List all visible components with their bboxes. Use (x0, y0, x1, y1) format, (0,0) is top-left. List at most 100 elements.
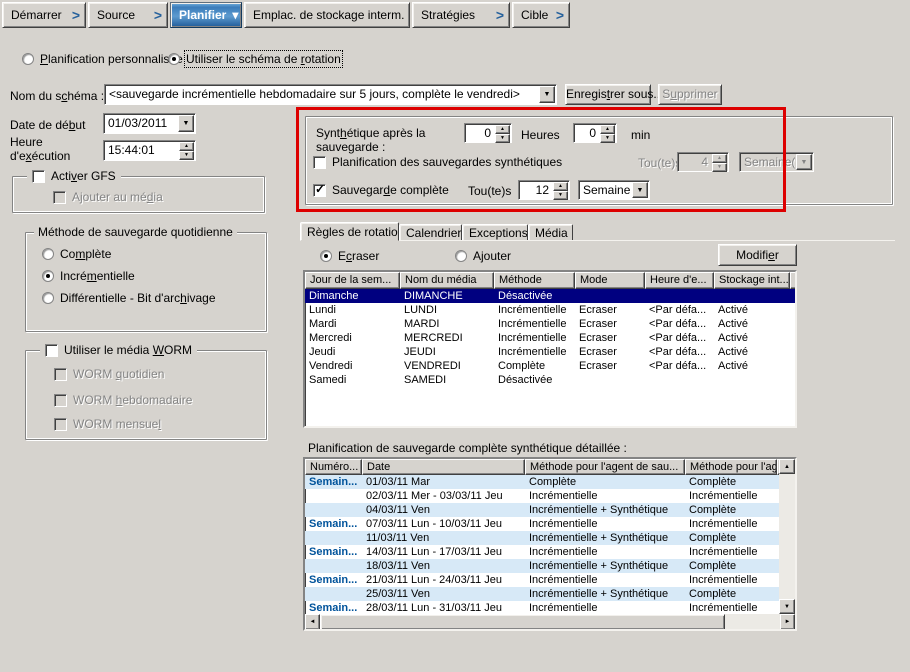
full-every-spinner[interactable]: 12 ▲▼ (518, 180, 570, 200)
table-row[interactable]: JeudiJEUDIIncrémentielleEcraser<Par défa… (305, 345, 795, 359)
table-row[interactable]: MardiMARDIIncrémentielleEcraser<Par défa… (305, 317, 795, 331)
tab-demarrer[interactable]: Démarrer> (2, 2, 86, 28)
tab-source[interactable]: Source> (88, 2, 168, 28)
dropdown-arrow-icon[interactable]: ▼ (632, 182, 648, 198)
vertical-scrollbar[interactable]: ▲ ▼ (779, 459, 795, 614)
radio-icon[interactable] (320, 250, 332, 262)
spin-down-icon[interactable]: ▼ (600, 134, 615, 143)
table-row[interactable]: Semain...07/03/11 Lun - 10/03/11 JeuIncr… (305, 517, 779, 531)
column-header[interactable]: Méthode (494, 272, 575, 289)
tab-exceptions[interactable]: Exceptions (462, 224, 528, 241)
column-header[interactable]: Date (362, 459, 525, 475)
combobox-value[interactable]: <sauvegarde incrémentielle hebdomadaire … (105, 85, 538, 104)
spin-up-icon[interactable]: ▲ (553, 182, 568, 191)
scroll-right-button[interactable]: ► (780, 614, 795, 630)
tab-emplacement-stockage[interactable]: Emplac. de stockage interm.> (244, 2, 410, 28)
spin-up-icon[interactable]: ▲ (495, 125, 510, 134)
hours-value[interactable]: 0 (465, 124, 494, 142)
column-header[interactable]: Jour de la sem... (305, 272, 400, 289)
dropdown-arrow-icon[interactable]: ▼ (178, 115, 194, 132)
table-row[interactable]: SamediSAMEDIDésactivée (305, 373, 795, 387)
radio-icon[interactable] (168, 53, 180, 65)
exec-time-spinner[interactable]: 15:44:01 ▲▼ (103, 140, 196, 161)
table-row[interactable]: 25/03/11 VenIncrémentielle + Synthétique… (305, 587, 779, 601)
checkbox-icon[interactable] (45, 344, 58, 357)
radio-planification-personnalisee[interactable]: Planification personnalisée (22, 52, 183, 66)
table-row[interactable]: DimancheDIMANCHEDésactivée (305, 289, 795, 303)
table-row[interactable]: 04/03/11 VenIncrémentielle + Synthétique… (305, 503, 779, 517)
radio-icon[interactable] (455, 250, 467, 262)
checkbox-label[interactable]: Utiliser le média WORM (64, 343, 192, 357)
spin-down-icon[interactable]: ▼ (495, 134, 510, 143)
modify-button[interactable]: Modifier (718, 244, 797, 266)
spin-up-icon[interactable]: ▲ (179, 142, 194, 151)
save-as-button[interactable]: Enregistrer sous... (565, 84, 651, 105)
horizontal-scrollbar-thumb[interactable] (320, 614, 725, 630)
tab-cible[interactable]: Cible> (512, 2, 570, 28)
column-header[interactable]: Mode (575, 272, 645, 289)
tab-calendrier[interactable]: Calendrier (399, 224, 462, 241)
checkbox-icon[interactable] (313, 156, 326, 169)
vertical-scrollbar-track[interactable] (779, 474, 795, 599)
radio-methode-differentielle[interactable]: Différentielle - Bit d'archivage (42, 291, 216, 305)
column-header[interactable]: Méthode pour l'agent de sau... (525, 459, 685, 475)
synthetic-minutes-spinner[interactable]: 0 ▲▼ (573, 123, 617, 143)
radio-label[interactable]: Différentielle - Bit d'archivage (60, 291, 216, 305)
radio-methode-incrementielle[interactable]: Incrémentielle (42, 269, 135, 283)
radio-label[interactable]: Utiliser le schéma de rotation (186, 52, 341, 66)
checkbox-icon[interactable] (313, 184, 326, 197)
full-every-unit-dropdown[interactable]: Semaine(s) ▼ (578, 180, 650, 200)
synthetic-plan-checkbox-control[interactable]: Planification des sauvegardes synthétiqu… (313, 155, 562, 169)
column-header[interactable]: Numéro... (305, 459, 362, 475)
radio-ecraser[interactable]: Ecraser (320, 249, 379, 263)
table-row[interactable]: 02/03/11 Mer - 03/03/11 JeuIncrémentiell… (305, 489, 779, 503)
column-header[interactable]: Nom du média (400, 272, 494, 289)
checkbox-label[interactable]: Sauvegarde complète (332, 183, 449, 197)
table-row[interactable]: Semain...21/03/11 Lun - 24/03/11 JeuIncr… (305, 573, 779, 587)
gfs-enable-control[interactable]: Activer GFS (27, 169, 121, 183)
dropdown-value[interactable]: Semaine(s) (579, 181, 631, 199)
radio-ajouter[interactable]: Ajouter (455, 249, 511, 263)
scroll-up-button[interactable]: ▲ (779, 459, 795, 474)
radio-label[interactable]: Incrémentielle (60, 269, 135, 283)
spin-down-icon[interactable]: ▼ (179, 151, 194, 160)
radio-label[interactable]: Ecraser (338, 249, 379, 263)
table-row[interactable]: Semain...14/03/11 Lun - 17/03/11 JeuIncr… (305, 545, 779, 559)
tab-media[interactable]: Média (528, 224, 573, 241)
radio-icon[interactable] (42, 292, 54, 304)
column-header[interactable]: Heure d'e... (645, 272, 714, 289)
radio-icon[interactable] (22, 53, 34, 65)
tab-regles-de-rotation[interactable]: Règles de rotation (300, 222, 399, 241)
radio-icon[interactable] (42, 270, 54, 282)
start-date-picker[interactable]: 01/03/2011 ▼ (103, 113, 196, 134)
tab-planifier[interactable]: Planifier▾ (170, 2, 242, 28)
column-header[interactable]: Stockage int... (714, 272, 790, 289)
spin-up-icon[interactable]: ▲ (600, 125, 615, 134)
time-value[interactable]: 15:44:01 (104, 141, 178, 160)
scroll-down-button[interactable]: ▼ (779, 599, 795, 614)
table-row[interactable]: Semain...01/03/11 MarComplèteComplète (305, 475, 779, 489)
radio-methode-complete[interactable]: Complète (42, 247, 111, 261)
radio-label[interactable]: Ajouter (473, 249, 511, 263)
dropdown-arrow-icon[interactable]: ▼ (539, 86, 555, 103)
tab-strategies[interactable]: Stratégies> (412, 2, 510, 28)
checkbox-icon[interactable] (32, 170, 45, 183)
date-value[interactable]: 01/03/2011 (104, 114, 177, 133)
full-backup-checkbox-control[interactable]: Sauvegarde complète (313, 183, 449, 197)
minutes-value[interactable]: 0 (574, 124, 599, 142)
scroll-left-button[interactable]: ◄ (305, 614, 320, 630)
checkbox-label[interactable]: Activer GFS (51, 169, 116, 183)
horizontal-scrollbar[interactable]: ◄ ► (305, 614, 795, 630)
table-row[interactable]: 11/03/11 VenIncrémentielle + Synthétique… (305, 531, 779, 545)
schema-name-combobox[interactable]: <sauvegarde incrémentielle hebdomadaire … (104, 84, 557, 105)
synthetic-hours-spinner[interactable]: 0 ▲▼ (464, 123, 512, 143)
horizontal-scrollbar-track[interactable] (725, 614, 780, 630)
radio-label[interactable]: Planification personnalisée (40, 52, 183, 66)
spin-down-icon[interactable]: ▼ (553, 191, 568, 200)
table-row[interactable]: Semain...28/03/11 Lun - 31/03/11 JeuIncr… (305, 601, 779, 614)
table-row[interactable]: VendrediVENDREDIComplèteEcraser<Par défa… (305, 359, 795, 373)
radio-label[interactable]: Complète (60, 247, 111, 261)
radio-icon[interactable] (42, 248, 54, 260)
column-header[interactable]: Méthode pour l'ag (685, 459, 777, 475)
table-row[interactable]: MercrediMERCREDIIncrémentielleEcraser<Pa… (305, 331, 795, 345)
